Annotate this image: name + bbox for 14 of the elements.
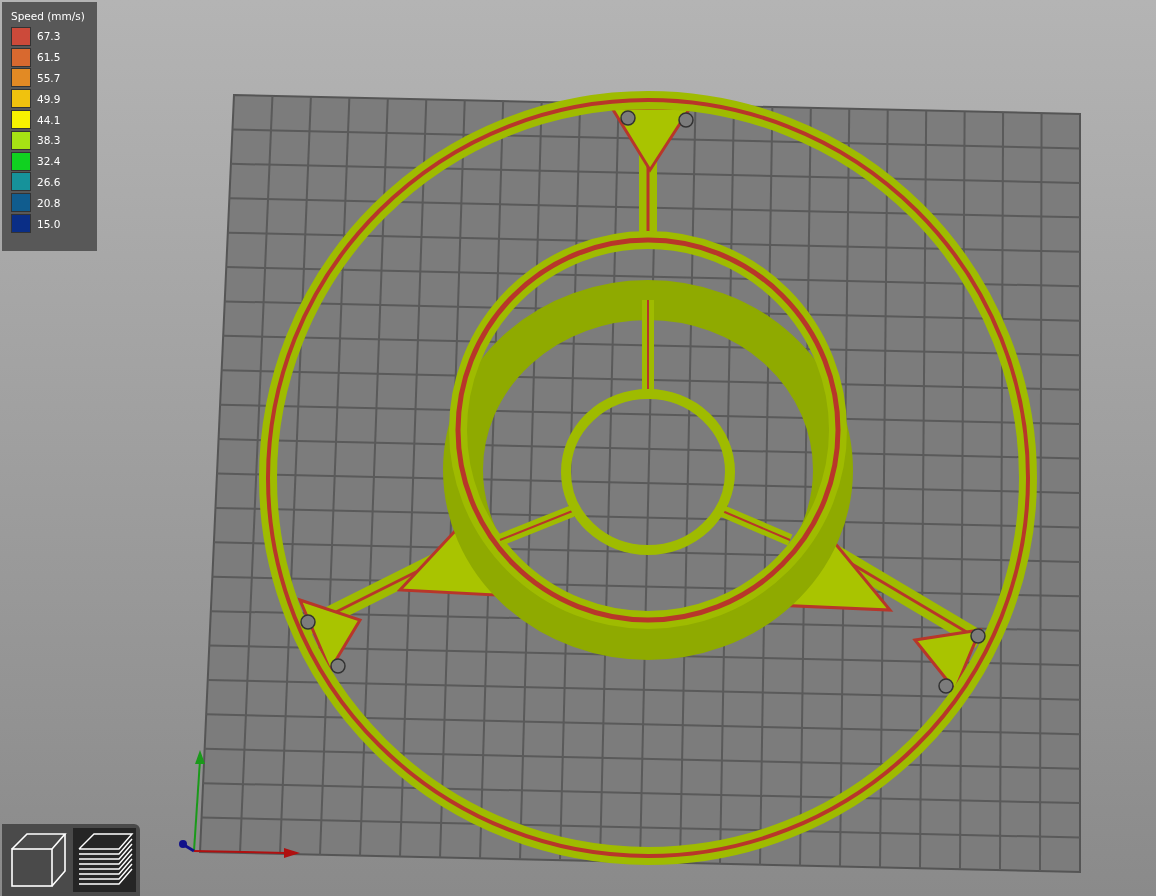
legend-value: 61.5 xyxy=(37,51,61,64)
legend-value: 38.3 xyxy=(37,134,61,147)
legend-value: 67.3 xyxy=(37,30,61,43)
legend-value: 32.4 xyxy=(37,155,61,168)
3d-viewport[interactable]: Speed (mm/s) 67.3 61.5 55.7 49.9 44.1 38.3 32.4 26.6 20.8 15.0 xyxy=(0,0,1156,896)
legend-value: 15.0 xyxy=(37,217,61,230)
cube-icon xyxy=(8,831,67,889)
legend-value: 55.7 xyxy=(37,72,61,84)
legend-title: Speed (mm/s) xyxy=(11,10,86,22)
legend-value: 49.9 xyxy=(37,92,61,105)
legend-value: 44.1 xyxy=(37,113,61,126)
legend-value: 20.8 xyxy=(37,196,61,209)
preview-button[interactable] xyxy=(73,828,136,892)
legend-value: 26.6 xyxy=(37,175,61,188)
